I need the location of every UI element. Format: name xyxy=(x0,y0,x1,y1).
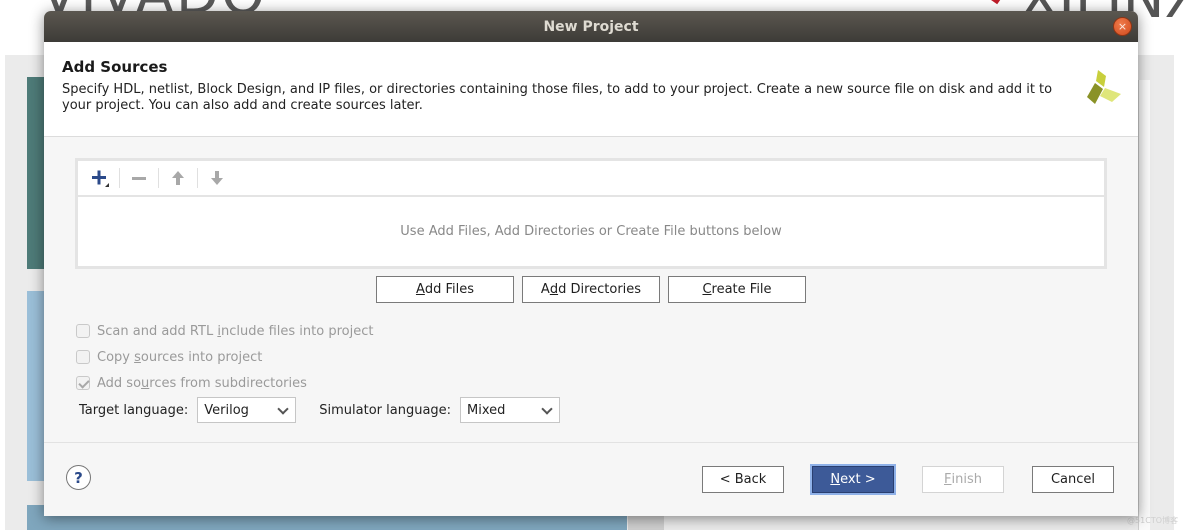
copy-sources-option[interactable]: Copy sources into project xyxy=(76,344,373,370)
dialog-title: New Project xyxy=(543,18,639,35)
button-label: d Directories xyxy=(558,282,642,297)
help-button[interactable]: ? xyxy=(66,465,91,490)
dialog-header: Add Sources Specify HDL, netlist, Block … xyxy=(44,42,1138,137)
sources-table: Use Add Files, Add Directories or Create… xyxy=(75,158,1107,269)
button-label: ext > xyxy=(840,472,876,487)
empty-sources-message: Use Add Files, Add Directories or Create… xyxy=(400,224,782,239)
toolbar-separator xyxy=(119,168,120,188)
simulator-language-value: Mixed xyxy=(467,402,506,418)
next-button[interactable]: Next > xyxy=(812,466,894,493)
add-subdirectories-option[interactable]: Add sources from subdirectories xyxy=(76,370,373,396)
language-row: Target language: Verilog Simulator langu… xyxy=(79,397,561,423)
simulator-language-label: Simulator language: xyxy=(319,402,452,418)
chevron-down-icon xyxy=(541,403,553,415)
mnemonic: C xyxy=(702,282,712,297)
button-label: inish xyxy=(951,472,982,487)
minus-icon xyxy=(132,177,146,180)
arrow-down-icon xyxy=(211,171,223,185)
watermark: @51CTO博客 xyxy=(1127,516,1178,525)
mnemonic: d xyxy=(549,282,559,297)
create-file-button[interactable]: Create File xyxy=(668,276,806,303)
close-icon: × xyxy=(1117,20,1128,33)
option-label: Copy sources into project xyxy=(97,349,263,365)
footer-divider xyxy=(44,442,1138,443)
mnemonic: N xyxy=(830,472,841,487)
button-label-pre: A xyxy=(540,282,550,297)
arrow-up-icon xyxy=(172,171,184,185)
button-label: dd Files xyxy=(424,282,475,297)
copy-sources-checkbox[interactable] xyxy=(76,350,90,364)
add-directories-button[interactable]: Add Directories xyxy=(522,276,660,303)
move-down-button[interactable] xyxy=(203,165,231,191)
new-project-dialog: New Project × Add Sources Specify HDL, n… xyxy=(44,11,1138,516)
close-button[interactable]: × xyxy=(1113,17,1132,36)
remove-source-button[interactable] xyxy=(125,165,153,191)
scrollbar-strip xyxy=(628,515,664,530)
simulator-language-select[interactable]: Mixed xyxy=(460,397,561,423)
target-language-label: Target language: xyxy=(79,402,189,418)
file-buttons: Add Files Add Directories Create File xyxy=(376,276,806,303)
mnemonic: F xyxy=(944,472,952,487)
add-subdirectories-checkbox[interactable] xyxy=(76,376,90,390)
option-label: Add sources from subdirectories xyxy=(97,375,307,391)
toolbar-separator xyxy=(197,168,198,188)
chevron-down-icon xyxy=(277,403,289,415)
page-description: Specify HDL, netlist, Block Design, and … xyxy=(62,82,1053,113)
cancel-button[interactable]: Cancel xyxy=(1032,466,1114,493)
move-up-button[interactable] xyxy=(164,165,192,191)
scan-rtl-include-option[interactable]: Scan and add RTL include files into proj… xyxy=(76,318,373,344)
wizard-nav-buttons: < Back Next > Finish Cancel xyxy=(702,466,1114,493)
sources-toolbar xyxy=(78,161,1104,197)
add-source-button[interactable] xyxy=(86,165,114,191)
mnemonic: A xyxy=(415,282,425,297)
target-language-select[interactable]: Verilog xyxy=(197,397,297,423)
options-group: Scan and add RTL include files into proj… xyxy=(76,318,373,396)
toolbar-separator xyxy=(158,168,159,188)
recent-projects-card xyxy=(1138,80,1150,530)
add-files-button[interactable]: Add Files xyxy=(376,276,514,303)
help-icon: ? xyxy=(74,468,83,487)
xilinx-brand-icon xyxy=(1087,70,1121,104)
finish-button[interactable]: Finish xyxy=(922,466,1004,493)
back-button[interactable]: < Back xyxy=(702,466,784,493)
page-heading: Add Sources xyxy=(62,58,168,76)
option-label: Scan and add RTL include files into proj… xyxy=(97,323,374,339)
plus-icon xyxy=(92,170,109,187)
button-label: reate File xyxy=(711,282,772,297)
target-language-value: Verilog xyxy=(204,402,249,418)
dialog-titlebar[interactable]: New Project × xyxy=(44,11,1138,42)
scan-rtl-include-checkbox[interactable] xyxy=(76,324,90,338)
